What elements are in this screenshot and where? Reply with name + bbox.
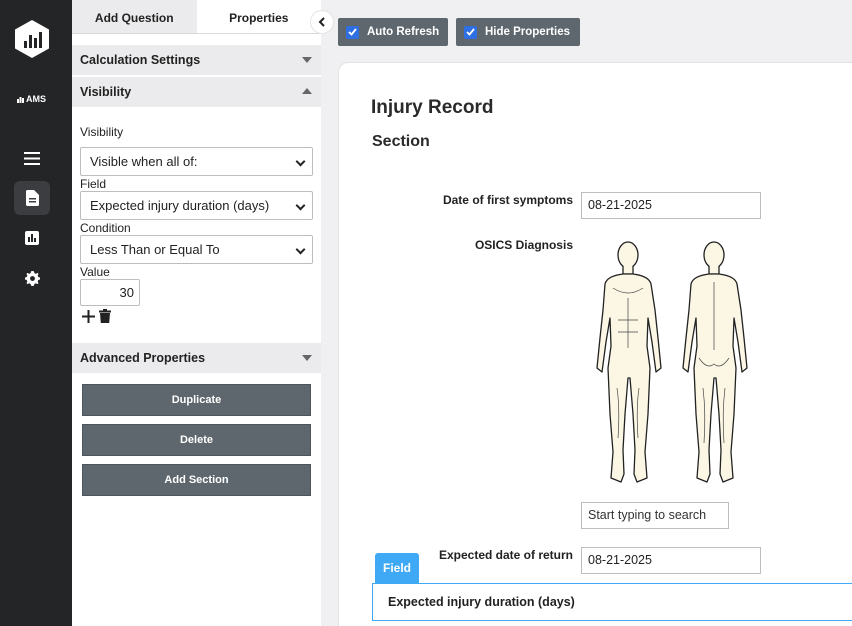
condition-label: Condition — [80, 221, 131, 235]
brand-label: AMS — [17, 94, 46, 104]
value-input[interactable]: 30 — [80, 279, 140, 306]
chevron-left-icon — [318, 17, 325, 27]
visibility-title: Visibility — [80, 85, 132, 99]
symptoms-date-label: Date of first symptoms — [442, 193, 573, 207]
visibility-select[interactable]: Visible when all of: — [80, 147, 313, 176]
selected-field[interactable]: Expected injury duration (days) — [372, 583, 852, 621]
calculation-settings-title: Calculation Settings — [80, 53, 201, 67]
visibility-header[interactable]: Visibility — [72, 77, 321, 107]
field-label: Field — [80, 177, 107, 191]
chevron-down-icon — [302, 57, 312, 63]
add-section-button[interactable]: Add Section — [82, 464, 311, 496]
panel-tabs: Add Question Properties — [72, 0, 321, 34]
menu-button[interactable] — [14, 141, 50, 175]
plus-icon[interactable] — [82, 309, 95, 323]
visibility-label: Visibility — [80, 125, 124, 139]
brand-text: AMS — [26, 94, 46, 104]
form-title: Injury Record — [371, 97, 494, 118]
chevron-down-icon — [302, 355, 312, 361]
chevron-down-icon — [295, 156, 306, 167]
forms-button[interactable] — [14, 181, 50, 215]
diagnosis-search-input[interactable]: Start typing to search — [581, 502, 729, 529]
brand-mini-icon — [17, 96, 24, 103]
hide-properties-toggle[interactable]: Hide Properties — [456, 18, 580, 46]
trash-icon[interactable] — [99, 309, 111, 323]
condition-select[interactable]: Less Than or Equal To — [80, 235, 313, 264]
chart-icon — [25, 231, 39, 245]
symptoms-date-input[interactable]: 08-21-2025 — [581, 192, 761, 219]
auto-refresh-label: Auto Refresh — [367, 26, 440, 38]
advanced-properties-title: Advanced Properties — [80, 351, 206, 365]
collapse-panel-button[interactable] — [311, 11, 333, 33]
app-root: AMS Add Question Properties Calculation … — [0, 0, 852, 626]
calculation-settings-header[interactable]: Calculation Settings — [72, 45, 321, 75]
advanced-properties-header[interactable]: Advanced Properties — [72, 343, 321, 373]
left-rail: AMS — [0, 0, 72, 626]
diagnosis-label: OSICS Diagnosis — [474, 238, 573, 252]
value-label: Value — [80, 265, 110, 279]
auto-refresh-toggle[interactable]: Auto Refresh — [338, 18, 448, 46]
field-select[interactable]: Expected injury duration (days) — [80, 191, 313, 220]
body-back-figure — [682, 241, 748, 483]
chevron-down-icon — [295, 200, 306, 211]
field-select-value: Expected injury duration (days) — [90, 198, 270, 213]
delete-button[interactable]: Delete — [82, 424, 311, 456]
body-map[interactable] — [587, 238, 755, 486]
settings-button[interactable] — [14, 261, 50, 295]
document-icon — [25, 190, 39, 206]
condition-select-value: Less Than or Equal To — [90, 242, 220, 257]
return-date-label: Expected date of return — [438, 548, 573, 562]
section-title: Section — [372, 133, 430, 150]
reports-button[interactable] — [14, 221, 50, 255]
settings-icon — [24, 270, 40, 286]
logo-icon[interactable] — [15, 20, 49, 58]
tab-add-question[interactable]: Add Question — [72, 0, 197, 33]
visibility-select-value: Visible when all of: — [90, 154, 198, 169]
duplicate-button[interactable]: Duplicate — [82, 384, 311, 416]
field-tag: Field — [375, 553, 419, 583]
tab-properties[interactable]: Properties — [196, 0, 321, 33]
return-date-input[interactable]: 08-21-2025 — [581, 547, 761, 574]
properties-panel: Add Question Properties Calculation Sett… — [72, 0, 321, 626]
hide-properties-label: Hide Properties — [485, 26, 570, 38]
checkbox-checked-icon[interactable] — [464, 25, 477, 39]
selected-field-title: Expected injury duration (days) — [388, 595, 575, 609]
chevron-down-icon — [295, 244, 306, 255]
checkbox-checked-icon[interactable] — [346, 25, 359, 39]
chevron-up-icon — [302, 88, 312, 94]
condition-actions — [82, 309, 111, 323]
menu-icon — [24, 151, 40, 165]
body-front-figure — [596, 241, 662, 483]
